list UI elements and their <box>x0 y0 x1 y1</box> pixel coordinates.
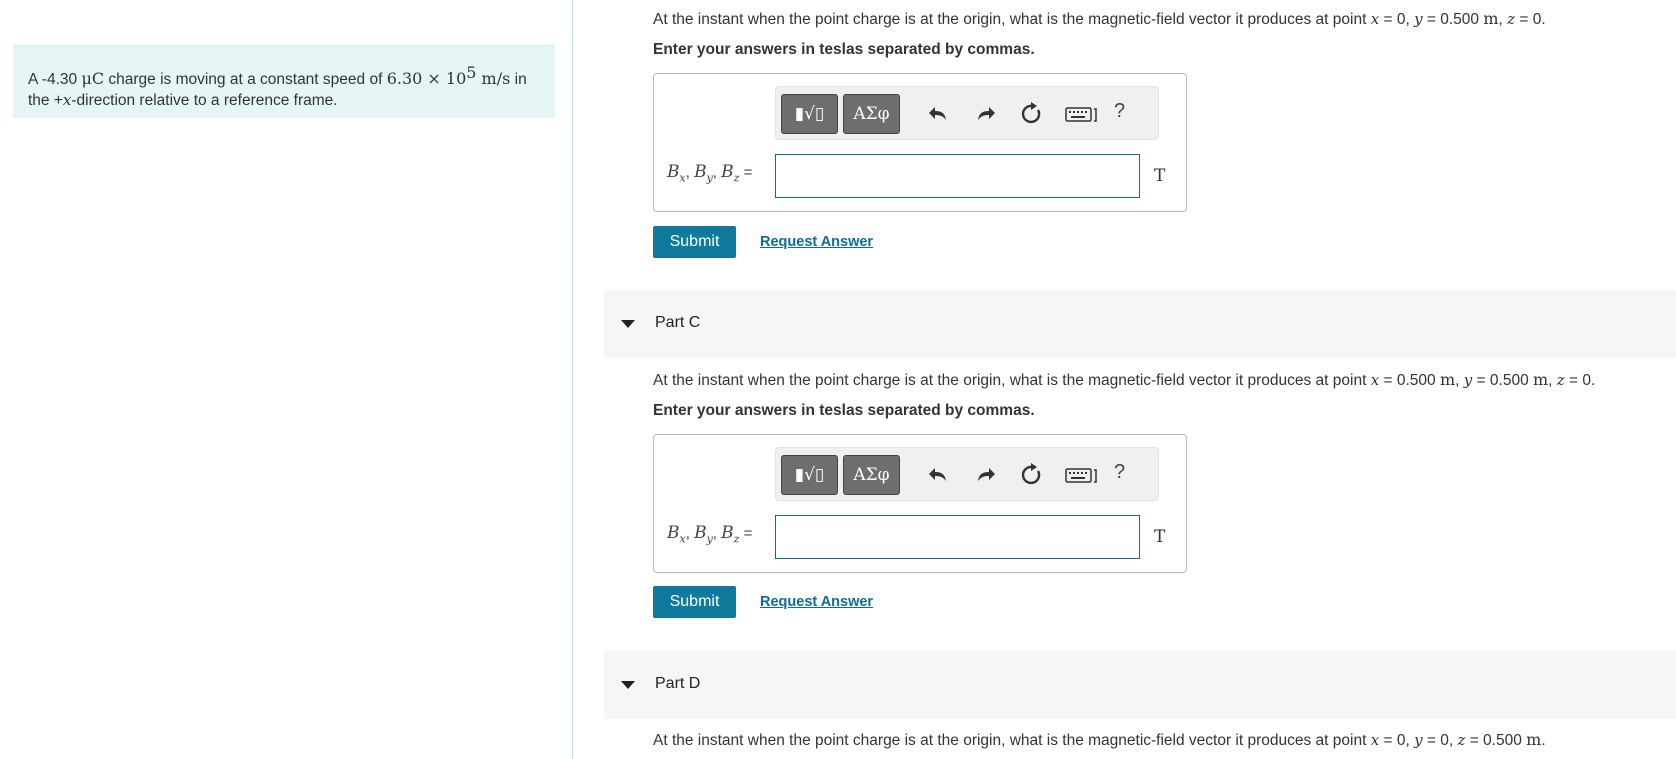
coord-var: x <box>1370 10 1380 28</box>
partB-submit-button[interactable]: Submit <box>653 226 736 258</box>
problem-prefix: A -4.30 <box>28 71 82 89</box>
greek-letters-button[interactable]: ΑΣφ <box>843 94 900 134</box>
coord-var: y <box>1414 731 1423 749</box>
undo-icon[interactable] <box>926 101 952 127</box>
coord-unit: m <box>1483 9 1499 28</box>
coord-unit: m <box>1439 370 1456 389</box>
speed-mantissa: 6.30 × 10 <box>386 69 467 89</box>
label-B: B <box>721 523 734 543</box>
coord-eq: = 0, <box>1379 11 1415 28</box>
partB-request-answer-link[interactable]: Request Answer <box>760 234 873 250</box>
coord-var: y <box>1463 371 1473 389</box>
reset-icon[interactable] <box>1019 101 1045 127</box>
partC-answer-input[interactable] <box>775 515 1140 559</box>
unit-label: T <box>1154 166 1166 186</box>
coord-sep: , <box>1548 372 1557 389</box>
label-B: B <box>694 162 707 182</box>
coord-var: y <box>1414 10 1423 28</box>
keyboard-icon[interactable] <box>1065 462 1099 488</box>
partC-question: At the instant when the point charge is … <box>653 370 1595 390</box>
coord-unit: m <box>1533 370 1549 389</box>
partC-answer-box: ▮√▯ ΑΣφ ? Bx, By, Bz = T <box>653 434 1187 573</box>
partC-question-text: At the instant when the point charge is … <box>653 372 1371 389</box>
label-equals: = <box>739 525 753 542</box>
partC-instruction: Enter your answers in teslas separated b… <box>653 402 1035 419</box>
undo-icon[interactable] <box>926 462 952 488</box>
coord-unit: m <box>1526 730 1542 749</box>
coord-eq: = 0.500 <box>1422 11 1484 28</box>
partB-question-text: At the instant when the point charge is … <box>653 11 1371 28</box>
partB-instruction: Enter your answers in teslas separated b… <box>653 41 1035 58</box>
coord-eq: = 0. <box>1515 11 1546 28</box>
label-sep: , <box>712 525 722 542</box>
label-B: B <box>721 162 734 182</box>
coord-eq: = 0.500 <box>1379 372 1440 389</box>
coord-var: x <box>1370 731 1380 749</box>
speed-unit: m/s <box>476 69 511 89</box>
partD-question-text: At the instant when the point charge is … <box>653 732 1371 749</box>
chevron-down-icon <box>621 681 635 689</box>
label-B: B <box>694 523 707 543</box>
partD-question: At the instant when the point charge is … <box>653 730 1546 750</box>
chevron-down-icon <box>621 320 635 328</box>
partB-answer-input[interactable] <box>775 154 1140 198</box>
greek-letters-button[interactable]: ΑΣφ <box>843 455 900 495</box>
coord-eq: = 0, <box>1422 732 1458 749</box>
label-B: B <box>667 523 680 543</box>
problem-line2-suffix: -direction relative to a reference frame… <box>71 92 338 110</box>
problem-statement: A -4.30 μC charge is moving at a constan… <box>13 45 555 118</box>
coord-var: z <box>1556 371 1565 389</box>
partC-submit-button[interactable]: Submit <box>653 586 736 618</box>
problem-line-end: in <box>510 71 527 89</box>
help-icon[interactable]: ? <box>1114 100 1125 123</box>
speed-exponent: 5 <box>466 63 477 82</box>
coord-sep: , <box>1498 11 1508 28</box>
greek-letters-icon: ΑΣφ <box>853 465 890 485</box>
redo-icon[interactable] <box>972 101 998 127</box>
coord-eq: = 0.500 <box>1472 372 1533 389</box>
answer-label: Bx, By, Bz = <box>667 523 752 545</box>
partD-title: Part D <box>655 675 701 692</box>
problem-pane: A -4.30 μC charge is moving at a constan… <box>0 0 573 759</box>
answer-label: Bx, By, Bz = <box>667 162 752 184</box>
coord-sep: . <box>1541 732 1546 749</box>
problem-mid: charge is moving at a constant speed of <box>104 71 387 89</box>
help-icon[interactable]: ? <box>1114 461 1125 484</box>
label-sep: , <box>685 164 695 181</box>
partC-title: Part C <box>655 314 701 331</box>
coord-var: x <box>1370 371 1380 389</box>
partB-question: At the instant when the point charge is … <box>653 9 1546 29</box>
templates-button[interactable]: ▮√▯ <box>781 455 838 495</box>
charge-unit: μC <box>81 69 105 89</box>
partB-answer-box: ▮√▯ ΑΣφ ? Bx, By, Bz = T <box>653 73 1187 212</box>
problem-line2-prefix: the + <box>28 92 63 110</box>
greek-letters-icon: ΑΣφ <box>853 104 890 124</box>
label-equals: = <box>739 164 753 181</box>
math-toolbar: ▮√▯ ΑΣφ ? <box>775 86 1159 140</box>
reset-icon[interactable] <box>1019 462 1045 488</box>
coord-var: z <box>1507 10 1516 28</box>
label-sep: , <box>685 525 695 542</box>
label-sep: , <box>712 164 722 181</box>
partC-header[interactable]: Part C <box>604 290 1676 358</box>
unit-label: T <box>1154 527 1166 547</box>
redo-icon[interactable] <box>972 462 998 488</box>
partC-request-answer-link[interactable]: Request Answer <box>760 594 873 610</box>
templates-icon: ▮√▯ <box>794 104 825 124</box>
partD-header[interactable]: Part D <box>604 651 1676 719</box>
label-B: B <box>667 162 680 182</box>
math-toolbar: ▮√▯ ΑΣφ ? <box>775 447 1159 501</box>
coord-eq: = 0. <box>1564 372 1596 389</box>
templates-button[interactable]: ▮√▯ <box>781 94 838 134</box>
templates-icon: ▮√▯ <box>794 465 825 485</box>
coord-sep: , <box>1455 372 1464 389</box>
keyboard-icon[interactable] <box>1065 101 1099 127</box>
coord-eq: = 0.500 <box>1465 732 1527 749</box>
coord-eq: = 0, <box>1379 732 1415 749</box>
